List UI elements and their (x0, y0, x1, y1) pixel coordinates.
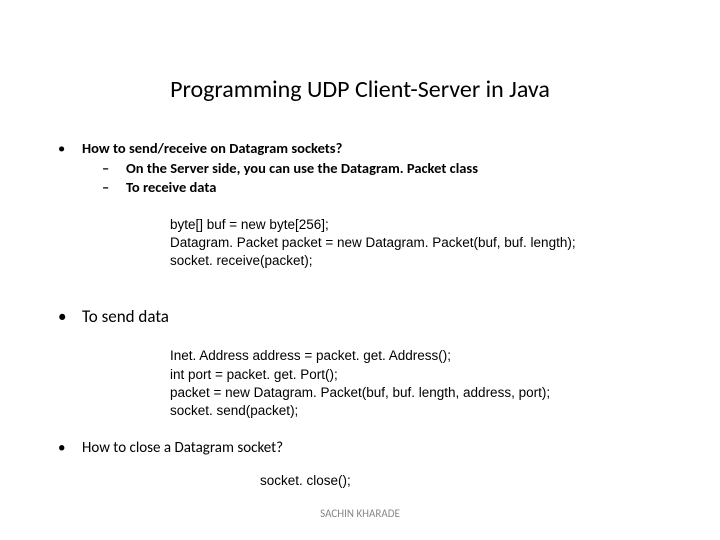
code-line: packet = new Datagram. Packet(buf, buf. … (170, 384, 680, 402)
code-line: byte[] buf = new byte[256]; (170, 216, 680, 234)
code-line: socket. send(packet); (170, 402, 680, 420)
code-line: socket. close(); (260, 472, 680, 490)
sub-bullet-item: – On the Server side, you can use the Da… (102, 159, 680, 179)
bullet-item: • To send data (58, 306, 680, 329)
bullet-text: To send data (82, 306, 680, 329)
bullet-text: How to close a Datagram socket? (82, 438, 680, 458)
bullet-item: • How to close a Datagram socket? (58, 438, 680, 458)
code-block-send: Inet. Address address = packet. get. Add… (170, 347, 680, 420)
footer-author: SACHIN KHARADE (0, 507, 720, 520)
code-block-receive: byte[] buf = new byte[256]; Datagram. Pa… (170, 216, 680, 271)
slide-title: Programming UDP Client-Server in Java (40, 75, 680, 104)
dash-marker: – (102, 178, 126, 198)
slide: Programming UDP Client-Server in Java • … (0, 0, 720, 540)
dash-marker: – (102, 159, 126, 179)
code-line: int port = packet. get. Port(); (170, 366, 680, 384)
content-body: • How to send/receive on Datagram socket… (40, 139, 680, 491)
bullet-text: How to send/receive on Datagram sockets? (82, 139, 680, 159)
bullet-marker: • (58, 306, 82, 329)
bullet-item: • How to send/receive on Datagram socket… (58, 139, 680, 198)
code-block-close: socket. close(); (260, 472, 680, 490)
sub-bullet-text: To receive data (126, 178, 216, 198)
code-line: socket. receive(packet); (170, 252, 680, 270)
code-line: Datagram. Packet packet = new Datagram. … (170, 234, 680, 252)
bullet-marker: • (58, 139, 82, 198)
sub-bullet-text: On the Server side, you can use the Data… (126, 159, 478, 179)
sub-bullet-item: – To receive data (102, 178, 680, 198)
code-line: Inet. Address address = packet. get. Add… (170, 347, 680, 365)
bullet-marker: • (58, 438, 82, 458)
